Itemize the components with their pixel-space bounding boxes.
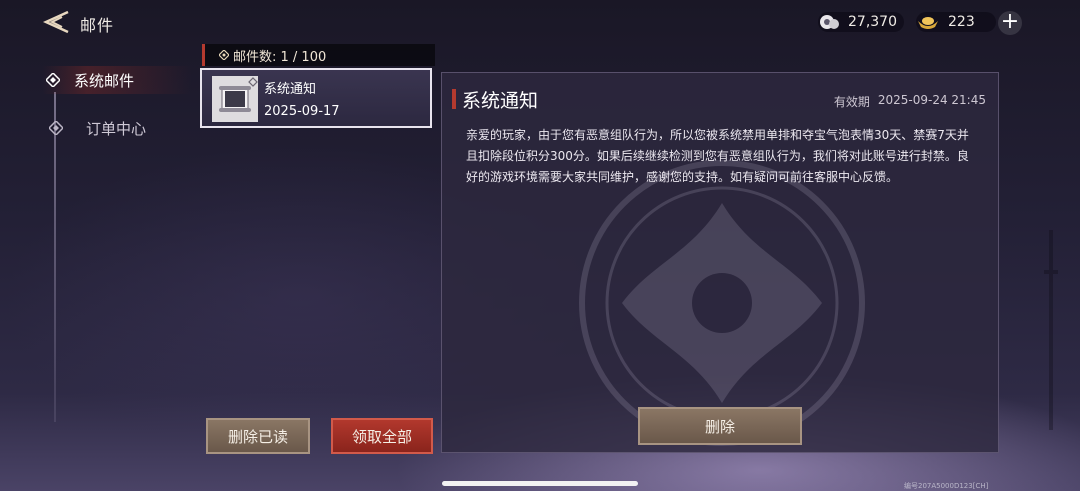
mail-detail-panel: 系统通知 有效期 2025-09-24 21:45 亲爱的玩家，由于您有恶意组队… <box>441 72 999 453</box>
delete-button[interactable]: 删除 <box>638 407 802 445</box>
diamond-icon <box>219 50 229 60</box>
silver-amount: 27,370 <box>848 14 897 30</box>
detail-title: 系统通知 <box>462 90 539 112</box>
sidebar-item-label: 系统邮件 <box>74 71 135 90</box>
back-arrow-icon[interactable] <box>40 10 72 34</box>
build-number: 编号207A5000D123[CH] <box>904 482 989 490</box>
mail-thumbnail <box>212 76 258 122</box>
home-indicator[interactable] <box>442 481 638 486</box>
expiry-label: 有效期 <box>833 95 870 109</box>
diamond-icon <box>49 121 63 135</box>
delete-read-button[interactable]: 删除已读 <box>206 418 310 454</box>
mail-count-label: 邮件数: 1 / 100 <box>233 49 327 65</box>
expiry-value: 2025-09-24 21:45 <box>877 93 986 107</box>
mail-list-item[interactable]: 系统通知 2025-09-17 <box>200 68 432 128</box>
title-accent-bar <box>452 89 456 109</box>
active-diamond-icon <box>46 73 60 87</box>
sidebar-item-system-mail[interactable]: 系统邮件 <box>42 66 192 94</box>
sidebar-item-order-center[interactable]: 订单中心 <box>42 114 146 142</box>
mail-body-text: 亲爱的玩家，由于您有恶意组队行为，所以您被系统禁用单排和夺宝气泡表情30天、禁赛… <box>466 128 969 184</box>
mail-item-title: 系统通知 <box>264 82 317 97</box>
page-title: 邮件 <box>80 16 115 35</box>
sword-decoration-icon <box>1044 230 1058 430</box>
scroll-letter-icon <box>219 77 258 112</box>
gold-ingot-icon <box>918 17 938 29</box>
gold-amount: 223 <box>948 14 975 30</box>
sidebar-item-label: 订单中心 <box>86 119 147 138</box>
expiry-info: 有效期 2025-09-24 21:45 <box>834 93 986 110</box>
silver-coin-icon <box>820 15 839 29</box>
add-currency-button[interactable]: + <box>998 11 1022 35</box>
gold-currency: 223 <box>916 12 996 32</box>
mail-item-date: 2025-09-17 <box>264 104 340 119</box>
silver-currency: 27,370 <box>818 12 904 32</box>
mail-count-bar: 邮件数: 1 / 100 <box>202 44 435 66</box>
claim-all-button[interactable]: 领取全部 <box>331 418 433 454</box>
